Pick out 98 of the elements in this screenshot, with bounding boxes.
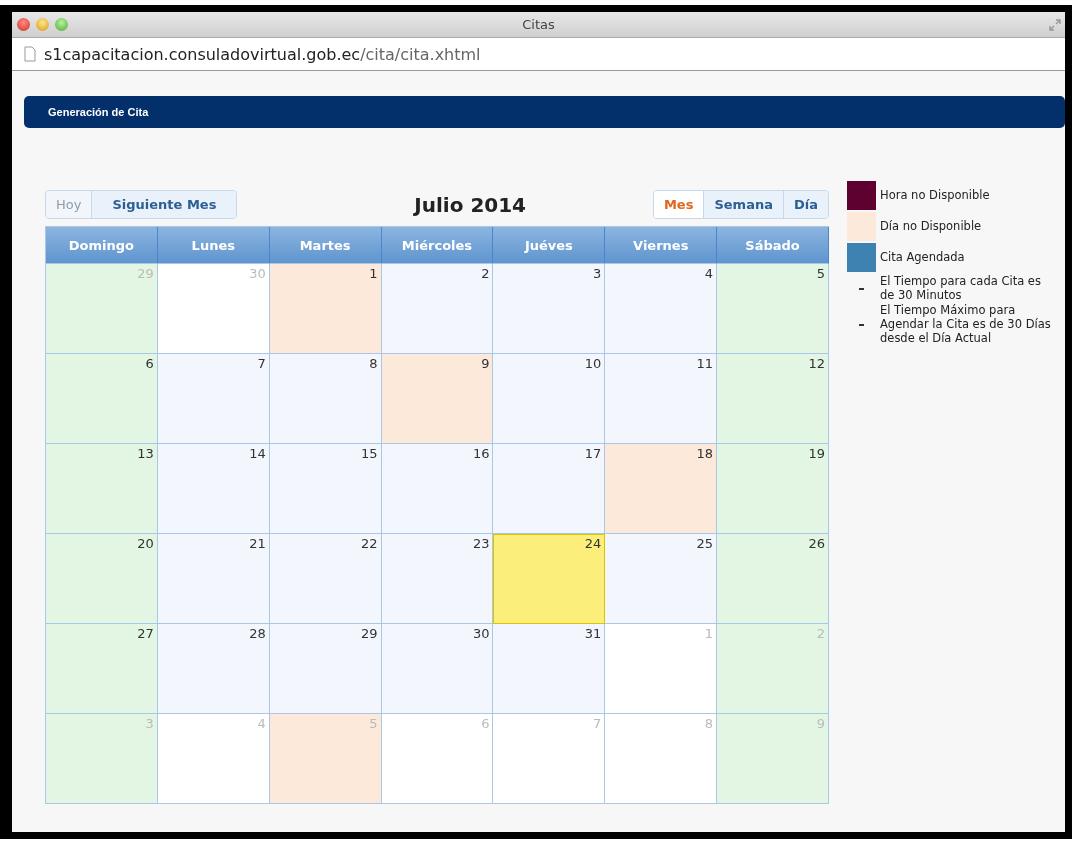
day-number: 26 <box>808 536 825 551</box>
day-number: 16 <box>472 446 490 461</box>
day-cell[interactable]: 22 <box>269 534 382 624</box>
month-title: Julio 2014 <box>414 192 527 217</box>
day-number: 30 <box>249 266 266 281</box>
day-number: 1 <box>704 626 714 641</box>
day-number: 11 <box>696 356 714 371</box>
day-number: 10 <box>584 356 602 371</box>
day-cell[interactable]: 19 <box>717 444 829 534</box>
day-number: 27 <box>137 626 154 641</box>
day-number: 1 <box>369 266 378 281</box>
day-number: 22 <box>361 536 378 551</box>
weekday-header: Lunes <box>157 227 270 264</box>
day-number: 9 <box>481 356 490 371</box>
day-cell[interactable]: 7 <box>157 354 270 444</box>
dash-icon <box>859 287 864 290</box>
day-number: 8 <box>704 716 714 731</box>
window-title: Citas <box>521 17 556 32</box>
day-number: 14 <box>249 446 266 461</box>
day-cell[interactable]: 27 <box>46 624 158 714</box>
weekday-header: Sábado <box>717 227 829 264</box>
document-icon <box>24 46 36 62</box>
day-number: 5 <box>369 716 378 731</box>
header-title: Generación de Cita <box>48 106 149 118</box>
day-cell[interactable]: 23 <box>381 534 494 624</box>
view-tab[interactable]: Día <box>782 191 828 218</box>
weekday-header: Miércoles <box>381 227 494 264</box>
day-number: 24 <box>584 536 602 551</box>
day-cell[interactable]: 17 <box>493 444 606 534</box>
day-number: 20 <box>137 536 154 551</box>
day-cell[interactable]: 2 <box>381 264 494 354</box>
day-number: 4 <box>704 266 714 281</box>
legend-label: Hora no Disponible <box>880 188 990 203</box>
day-number: 17 <box>584 446 602 461</box>
view-tab[interactable]: Semana <box>703 191 783 218</box>
day-cell[interactable]: 26 <box>717 534 829 624</box>
day-cell[interactable]: 20 <box>46 534 158 624</box>
day-cell[interactable]: 30 <box>381 624 494 714</box>
weekday-header: Martes <box>269 227 382 264</box>
day-cell[interactable]: 14 <box>157 444 270 534</box>
day-cell[interactable]: 31 <box>493 624 606 714</box>
day-number: 9 <box>816 716 825 731</box>
day-number: 7 <box>593 716 602 731</box>
close-button[interactable] <box>17 18 30 31</box>
day-number: 3 <box>593 266 602 281</box>
legend-label: El Tiempo Máximo para Agendar la Cita es de 30 Días desde el Día Actual <box>880 304 1052 346</box>
weekday-header: Juéves <box>493 227 606 264</box>
day-number: 2 <box>816 626 825 641</box>
day-cell[interactable]: 11 <box>605 354 718 444</box>
day-cell[interactable]: 4 <box>605 264 718 354</box>
day-cell[interactable]: 15 <box>269 444 382 534</box>
weekday-header: Viernes <box>605 227 718 264</box>
nav-button[interactable]: Siguiente Mes <box>91 191 237 218</box>
day-number: 30 <box>472 626 490 641</box>
day-cell[interactable]: 18 <box>605 444 718 534</box>
day-cell[interactable]: 29 <box>269 624 382 714</box>
day-cell[interactable]: 28 <box>157 624 270 714</box>
day-number: 15 <box>361 446 378 461</box>
day-cell[interactable]: 24 <box>493 534 606 624</box>
dash-icon <box>859 323 864 326</box>
day-number: 31 <box>584 626 602 641</box>
day-number: 29 <box>361 626 378 641</box>
day-number: 3 <box>145 716 154 731</box>
day-cell[interactable]: 5 <box>717 264 829 354</box>
day-cell[interactable]: 25 <box>605 534 718 624</box>
legend-label: Cita Agendada <box>880 250 965 265</box>
day-number: 23 <box>472 536 490 551</box>
day-cell[interactable]: 1 <box>269 264 382 354</box>
day-number: 5 <box>816 266 825 281</box>
day-cell[interactable]: 8 <box>269 354 382 444</box>
day-cell[interactable]: 12 <box>717 354 829 444</box>
day-number: 6 <box>481 716 490 731</box>
day-cell[interactable]: 9 <box>381 354 494 444</box>
weekday-header: Domingo <box>46 227 158 264</box>
day-cell[interactable]: 6 <box>46 354 158 444</box>
fullscreen-icon[interactable] <box>1049 18 1061 31</box>
zoom-button[interactable] <box>55 18 68 31</box>
day-number: 7 <box>257 356 266 371</box>
day-number: 13 <box>137 446 154 461</box>
day-number: 4 <box>257 716 266 731</box>
minimize-button[interactable] <box>36 18 49 31</box>
day-cell[interactable]: 21 <box>157 534 270 624</box>
day-number: 2 <box>481 266 490 281</box>
day-cell[interactable]: 16 <box>381 444 494 534</box>
day-cell[interactable]: 10 <box>493 354 606 444</box>
day-number: 19 <box>808 446 825 461</box>
day-number: 18 <box>696 446 714 461</box>
day-number: 8 <box>369 356 378 371</box>
day-number: 25 <box>696 536 714 551</box>
day-number: 21 <box>249 536 266 551</box>
legend-label: Día no Disponible <box>880 219 982 234</box>
day-cell[interactable]: 3 <box>493 264 606 354</box>
day-number: 28 <box>249 626 266 641</box>
day-number: 29 <box>137 266 154 281</box>
legend-label: El Tiempo para cada Cita es de 30 Minutos <box>880 274 1042 303</box>
day-number: 12 <box>808 356 825 371</box>
day-number: 6 <box>145 356 154 371</box>
day-cell[interactable]: 13 <box>46 444 158 534</box>
